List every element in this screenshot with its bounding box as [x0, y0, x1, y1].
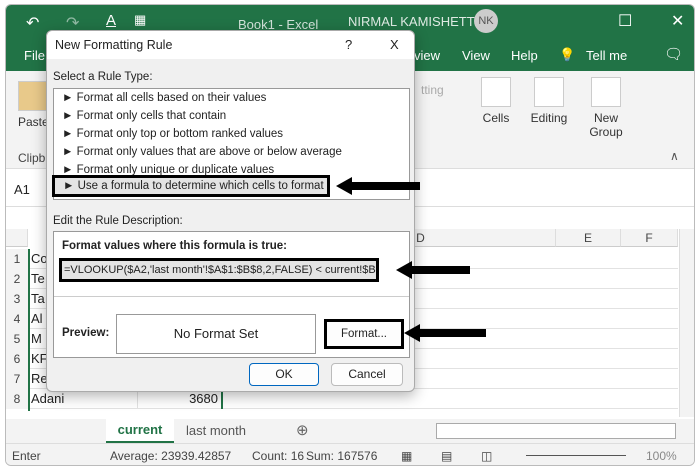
dialog-close-button[interactable]: X [390, 37, 399, 52]
rule-type-text: Format only values that are above or bel… [76, 146, 342, 158]
status-bar: Enter Average: 23939.42857 Count: 16 Sum… [6, 443, 694, 465]
horizontal-scrollbar[interactable] [436, 423, 676, 439]
annotation-arrow-icon [396, 261, 470, 279]
collapse-ribbon-icon[interactable]: ∧ [670, 149, 679, 163]
rule-type-text: Use a formula to determine which cells t… [77, 180, 324, 192]
sheet-tabs: current last month ⊕ [6, 419, 694, 443]
formula-label: Format values where this formula is true… [62, 240, 287, 252]
row-number[interactable]: 4 [6, 309, 28, 329]
ok-button[interactable]: OK [249, 363, 319, 386]
editing-label: Editing [530, 111, 568, 125]
paste-button[interactable]: Paste [18, 81, 49, 129]
tab-help[interactable]: Help [511, 48, 538, 63]
rule-type-item[interactable]: ► Format only values that are above or b… [54, 143, 409, 161]
rule-type-text: Format all cells based on their values [76, 92, 267, 104]
select-all[interactable] [6, 229, 28, 247]
sheet-tab-current[interactable]: current [106, 419, 174, 443]
status-average: Average: 23939.42857 [110, 449, 232, 463]
close-icon[interactable]: ✕ [671, 11, 684, 31]
row-number[interactable]: 8 [6, 389, 28, 409]
help-button[interactable]: ? [345, 37, 352, 52]
vertical-scrollbar[interactable] [679, 229, 694, 417]
borders-icon[interactable]: ▦ [134, 12, 146, 28]
normal-view-icon[interactable]: ▦ [401, 449, 412, 463]
formula-input[interactable]: =VLOOKUP($A2,'last month'!$A$1:$B$8,2,FA… [59, 258, 379, 282]
new-group-button[interactable]: New Group [586, 77, 626, 139]
search-icon [534, 77, 564, 107]
rule-type-item[interactable]: ► Format only unique or duplicate values [54, 161, 409, 175]
new-group-icon [591, 77, 621, 107]
user-name: NIRMAL KAMISHETTY [348, 14, 484, 29]
annotation-arrow-icon [404, 324, 486, 342]
cells-icon [481, 77, 511, 107]
rule-type-label: Select a Rule Type: [53, 71, 153, 83]
row-number[interactable]: 6 [6, 349, 28, 369]
new-group-label: New Group [589, 111, 623, 139]
status-mode: Enter [12, 449, 41, 463]
page-layout-icon[interactable]: ▤ [441, 449, 452, 463]
new-formatting-rule-dialog: New Formatting Rule ? X Select a Rule Ty… [46, 30, 415, 392]
font-color-icon[interactable]: A [106, 12, 116, 29]
divider [54, 296, 409, 297]
row-number[interactable]: 3 [6, 289, 28, 309]
preview-label: Preview: [62, 327, 110, 339]
cancel-button[interactable]: Cancel [331, 363, 403, 386]
name-box[interactable]: A1 [14, 182, 30, 197]
paste-label: Paste [18, 115, 49, 129]
status-sum: Sum: 167576 [306, 449, 378, 463]
add-sheet-icon[interactable]: ⊕ [296, 421, 309, 439]
page-break-icon[interactable]: ◫ [481, 449, 492, 463]
clipboard-icon [18, 81, 49, 111]
dialog-title: New Formatting Rule [55, 38, 173, 52]
rule-type-item[interactable]: ► Format only cells that contain [54, 107, 409, 125]
cells-label: Cells [482, 111, 510, 125]
format-button[interactable]: Format... [324, 319, 404, 349]
tab-review[interactable]: view [414, 48, 440, 63]
conditional-formatting-button[interactable]: tting [421, 83, 444, 97]
undo-icon[interactable]: ↶ [26, 13, 39, 33]
zoom-level[interactable]: 100% [646, 449, 677, 463]
cells-button[interactable]: Cells [478, 77, 514, 125]
tell-me-search[interactable]: Tell me [586, 48, 627, 63]
row-number[interactable]: 2 [6, 269, 28, 289]
annotation-arrow-icon [336, 177, 420, 195]
column-header-f[interactable]: F [621, 229, 678, 247]
sheet-tab-last-month[interactable]: last month [186, 423, 246, 438]
column-header-e[interactable]: E [556, 229, 621, 247]
rule-type-item[interactable]: ► Format only top or bottom ranked value… [54, 125, 409, 143]
clipboard-group-label: Clipb [18, 151, 46, 165]
row-number[interactable]: 7 [6, 369, 28, 389]
status-count: Count: 16 [252, 449, 305, 463]
avatar[interactable]: NK [474, 9, 498, 33]
lightbulb-icon: 💡 [559, 47, 576, 62]
rule-type-item-selected[interactable]: ► Use a formula to determine which cells… [52, 175, 330, 197]
row-number[interactable]: 1 [6, 249, 28, 269]
editing-button[interactable]: Editing [526, 77, 572, 125]
rule-type-text: Format only unique or duplicate values [76, 164, 275, 175]
rule-type-text: Format only cells that contain [76, 110, 227, 122]
dialog-title-bar: New Formatting Rule ? X [47, 31, 414, 59]
preview-box: No Format Set [116, 314, 316, 354]
rule-type-item[interactable]: ► Format all cells based on their values [54, 89, 409, 107]
edit-description-label: Edit the Rule Description: [53, 215, 183, 227]
tab-view[interactable]: View [462, 48, 490, 63]
tab-file[interactable]: File [24, 48, 45, 63]
rule-type-text: Format only top or bottom ranked values [76, 128, 284, 140]
maximize-icon[interactable]: ☐ [618, 11, 632, 31]
zoom-slider[interactable] [526, 455, 626, 456]
row-number[interactable]: 5 [6, 329, 28, 349]
rule-description-panel: Format values where this formula is true… [53, 231, 410, 358]
comments-icon[interactable]: 🗨 [664, 45, 683, 63]
